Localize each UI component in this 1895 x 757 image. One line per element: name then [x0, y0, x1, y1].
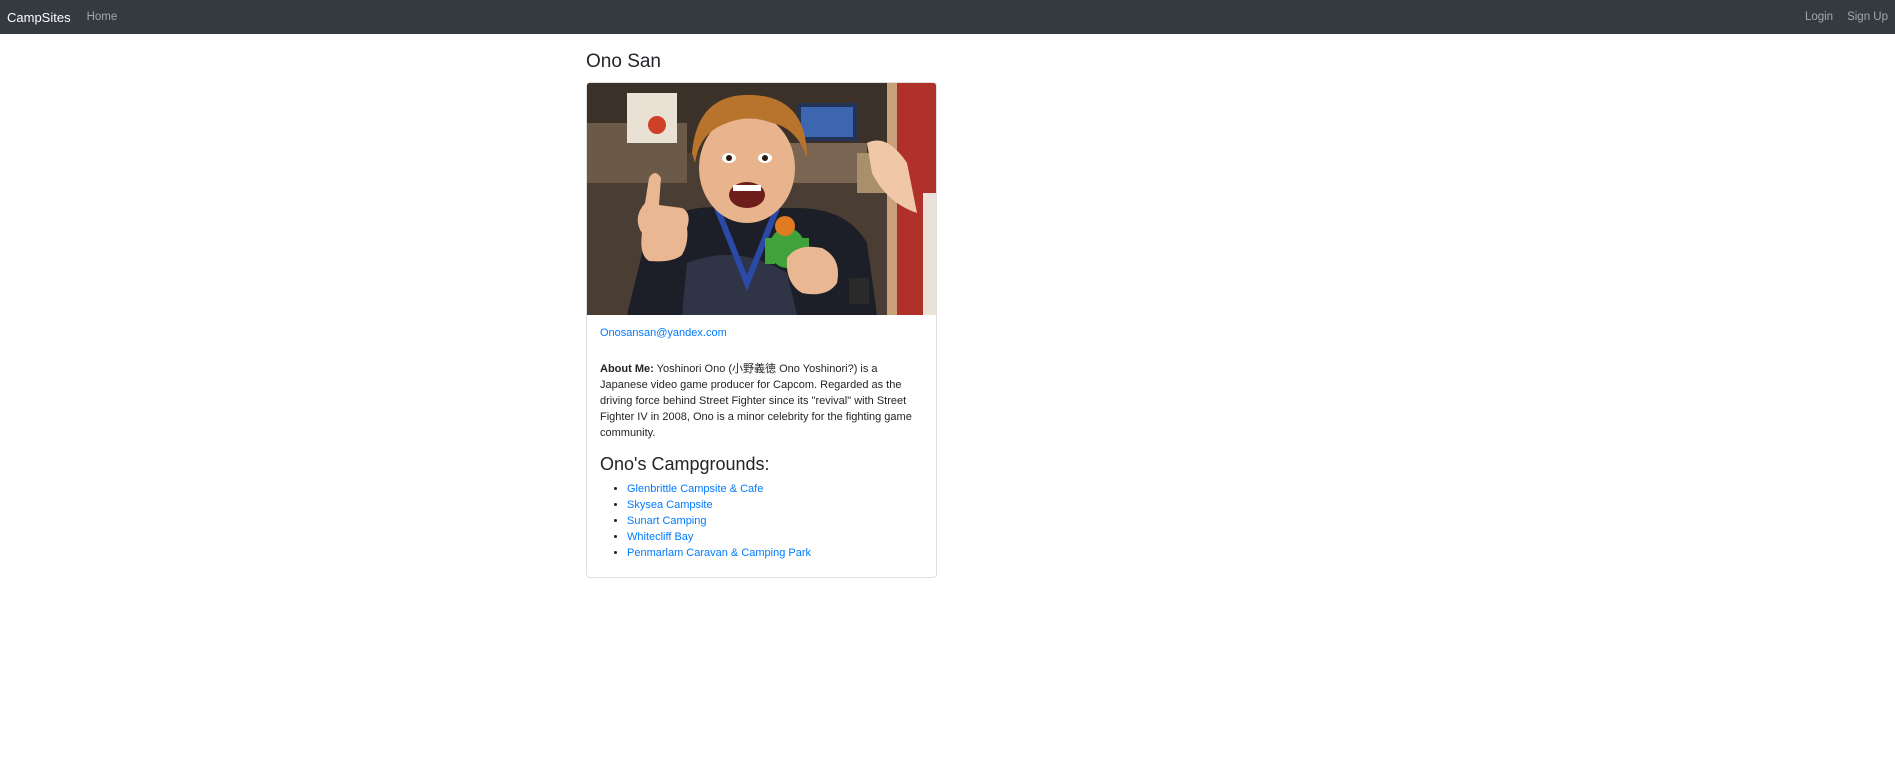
profile-content: Ono San Onosansan@yandex.com About Me: Y…: [586, 50, 938, 578]
list-item: Penmarlam Caravan & Camping Park: [627, 545, 923, 561]
nav-login-link[interactable]: Login: [1805, 11, 1833, 23]
list-item: Glenbrittle Campsite & Cafe: [627, 481, 923, 497]
list-item: Whitecliff Bay: [627, 529, 923, 545]
email-link[interactable]: Onosansan@yandex.com: [600, 327, 923, 339]
campgrounds-title: Ono's Campgrounds:: [600, 454, 770, 474]
list-item: Sunart Camping: [627, 513, 923, 529]
nav-signup-link[interactable]: Sign Up: [1847, 11, 1888, 23]
about-me-paragraph: About Me: Yoshinori Ono (小野義徳 Ono Yoshin…: [600, 361, 923, 441]
campground-link[interactable]: Penmarlam Caravan & Camping Park: [627, 547, 811, 559]
about-me-label: About Me:: [600, 363, 654, 375]
navbar: CampSites Home Login Sign Up: [0, 0, 1895, 34]
brand-link[interactable]: CampSites: [7, 10, 71, 25]
nav-home-link[interactable]: Home: [87, 11, 118, 23]
campground-link[interactable]: Whitecliff Bay: [627, 531, 693, 543]
page-title: Ono San: [586, 51, 661, 72]
list-item: Skysea Campsite: [627, 497, 923, 513]
campground-link[interactable]: Sunart Camping: [627, 515, 707, 527]
profile-card-body: Onosansan@yandex.com About Me: Yoshinori…: [587, 315, 936, 577]
profile-photo: [587, 83, 936, 315]
nav-right: Login Sign Up: [1805, 11, 1888, 23]
campgrounds-list: Glenbrittle Campsite & Cafe Skysea Camps…: [600, 481, 923, 561]
campground-link[interactable]: Glenbrittle Campsite & Cafe: [627, 483, 763, 495]
profile-photo-illustration: [587, 83, 936, 315]
profile-card: Onosansan@yandex.com About Me: Yoshinori…: [586, 82, 937, 578]
campground-link[interactable]: Skysea Campsite: [627, 499, 713, 511]
